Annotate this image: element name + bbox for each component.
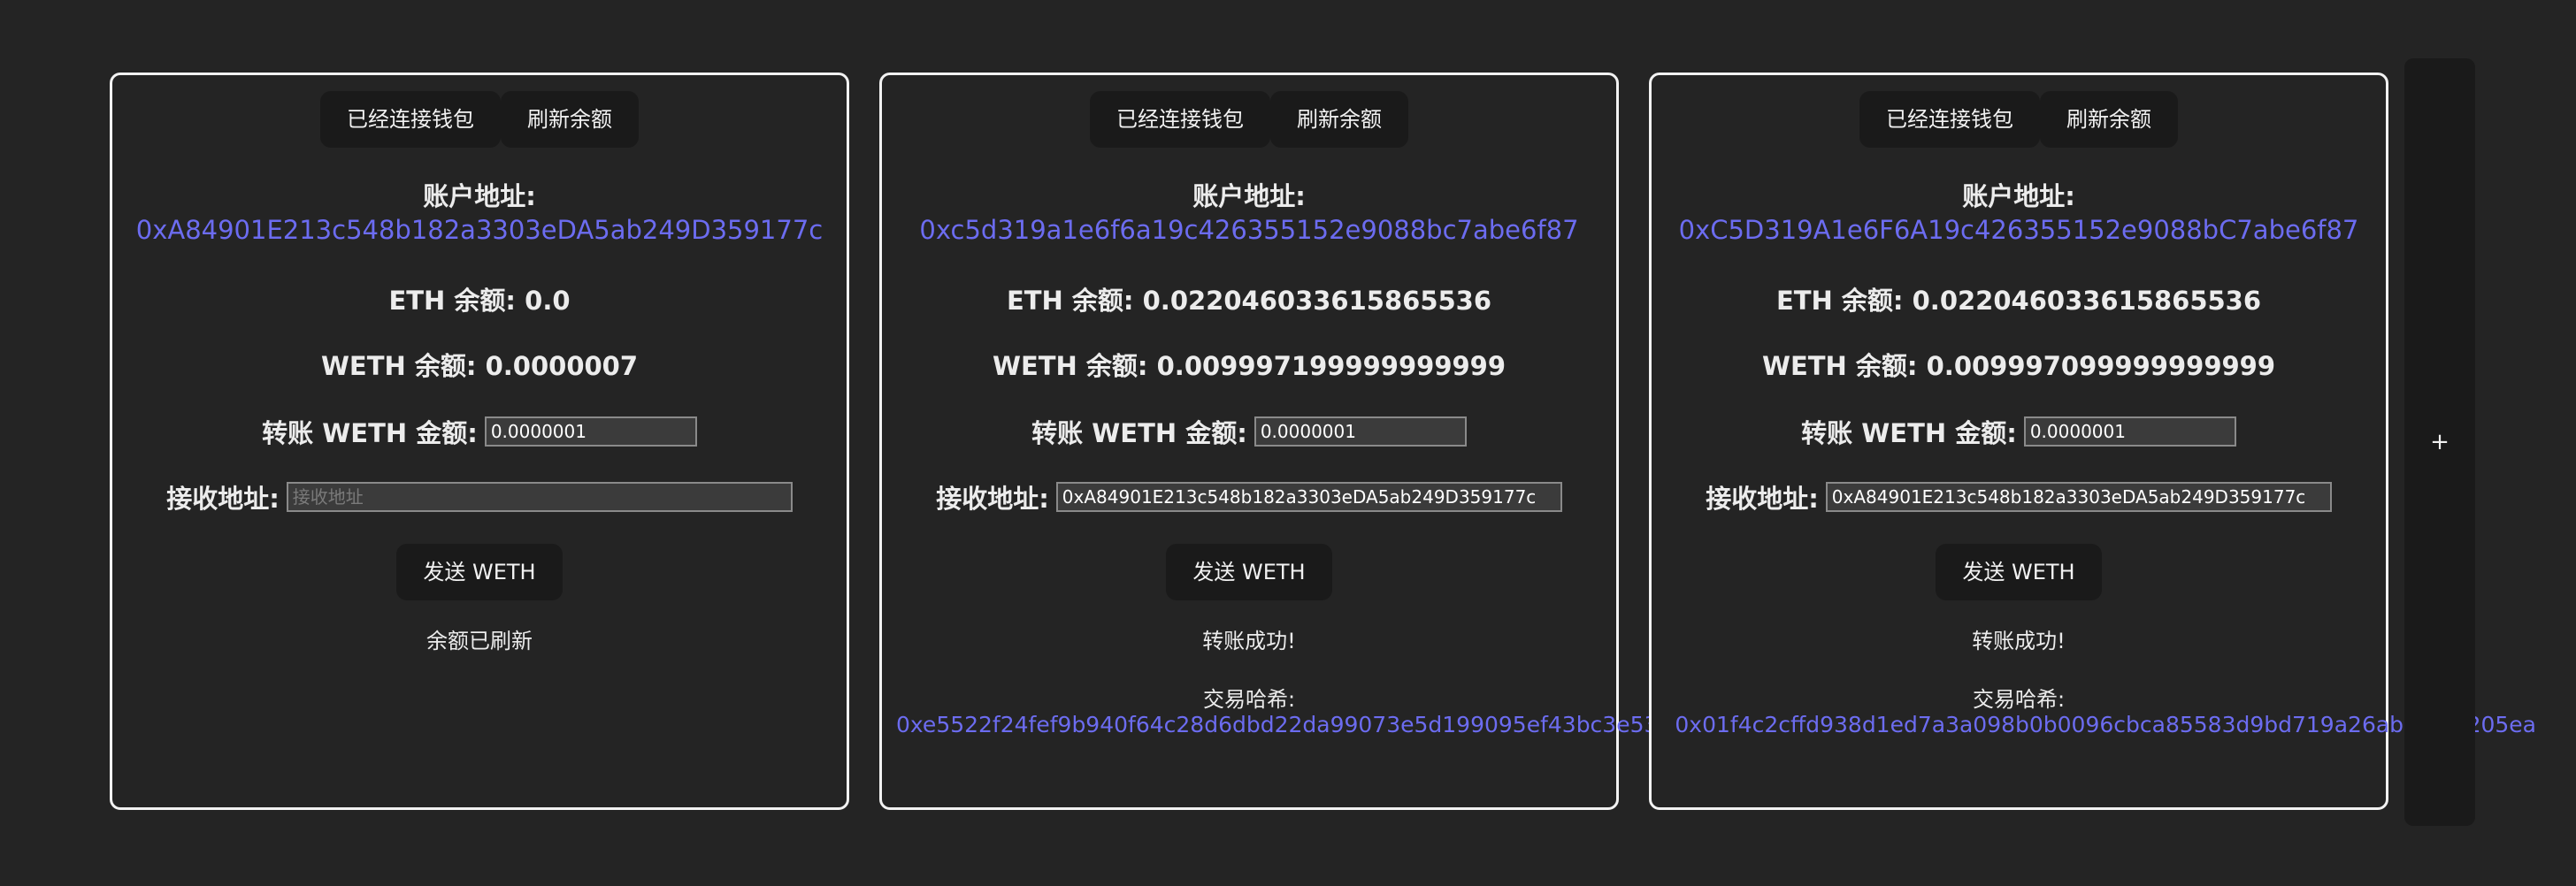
account-address-label: 账户地址: (1962, 181, 2075, 211)
weth-balance: WETH 余额: 0.0000007 (112, 346, 847, 383)
transfer-amount-row: 转账 WETH 金额: (882, 413, 1616, 450)
recipient-address-input[interactable] (1055, 482, 1562, 512)
recipient-row: 接收地址: (1652, 478, 2386, 516)
account-address-label: 账户地址: (1192, 181, 1306, 211)
weth-balance-value: 0.0000007 (485, 351, 639, 381)
weth-balance-label: WETH 余额: (320, 351, 477, 381)
recipient-address-input[interactable] (1825, 482, 2332, 512)
wallet-actions: 已经连接钱包 刷新余额 (882, 91, 1616, 148)
send-row: 发送 WETH (882, 544, 1616, 600)
app-root: 已经连接钱包 刷新余额 账户地址: 0xA84901E213c548b182a3… (0, 0, 2576, 886)
eth-balance-label: ETH 余额: (1006, 286, 1134, 316)
eth-balance: ETH 余额: 0.022046033615865536 (882, 280, 1616, 317)
transfer-amount-row: 转账 WETH 金额: (1652, 413, 2386, 450)
eth-balance-value: 0.0 (525, 286, 571, 316)
eth-balance-value: 0.022046033615865536 (1912, 286, 2262, 316)
wallet-card-1: 已经连接钱包 刷新余额 账户地址: 0xA84901E213c548b182a3… (110, 73, 849, 810)
send-row: 发送 WETH (112, 544, 847, 600)
account-address-value: 0xA84901E213c548b182a3303eDA5ab249D35917… (135, 215, 824, 245)
weth-balance-value: 0.009997199999999999 (1156, 351, 1506, 381)
weth-balance-label: WETH 余额: (1761, 351, 1918, 381)
wallet-card-3: 已经连接钱包 刷新余额 账户地址: 0xC5D319A1e6F6A19c4263… (1649, 73, 2536, 810)
weth-balance-value: 0.009997099999999999 (1926, 351, 2276, 381)
status-message: 转账成功! (1202, 629, 1296, 653)
transfer-amount-row: 转账 WETH 金额: (112, 413, 847, 450)
plus-icon: + (2430, 429, 2450, 455)
recipient-label: 接收地址: (166, 484, 280, 514)
send-weth-button[interactable]: 发送 WETH (396, 544, 563, 600)
wallet-actions: 已经连接钱包 刷新余额 (112, 91, 847, 148)
refresh-balance-button[interactable]: 刷新余额 (2040, 91, 2178, 148)
status-message: 转账成功! (1972, 629, 2066, 653)
wallet-actions: 已经连接钱包 刷新余额 (1652, 91, 2386, 148)
transfer-amount-label: 转账 WETH 金额: (262, 418, 478, 448)
tx-hash-label: 交易哈希: (1202, 687, 1296, 712)
eth-balance-label: ETH 余额: (388, 286, 517, 316)
weth-balance-label: WETH 余额: (992, 351, 1148, 381)
eth-balance-label: ETH 余额: (1775, 286, 1904, 316)
connect-wallet-button[interactable]: 已经连接钱包 (1090, 91, 1270, 148)
recipient-label: 接收地址: (936, 484, 1049, 514)
refresh-balance-button[interactable]: 刷新余额 (501, 91, 639, 148)
status-message: 余额已刷新 (426, 629, 533, 653)
account-address-label: 账户地址: (423, 181, 536, 211)
account-address-value: 0xc5d319a1e6f6a19c426355152e9088bc7abe6f… (919, 215, 1579, 245)
weth-balance: WETH 余额: 0.009997099999999999 (1652, 346, 2386, 383)
recipient-label: 接收地址: (1706, 484, 1819, 514)
refresh-balance-button[interactable]: 刷新余额 (1270, 91, 1408, 148)
recipient-row: 接收地址: (112, 478, 847, 516)
wallet-card-2: 已经连接钱包 刷新余额 账户地址: 0xc5d319a1e6f6a19c4263… (879, 73, 1792, 810)
recipient-address-input[interactable] (286, 482, 793, 512)
transfer-amount-label: 转账 WETH 金额: (1031, 418, 1247, 448)
eth-balance-value: 0.022046033615865536 (1142, 286, 1492, 316)
transfer-amount-input[interactable] (2023, 416, 2236, 447)
add-wallet-button[interactable]: + (2404, 58, 2475, 826)
send-weth-button[interactable]: 发送 WETH (1936, 544, 2102, 600)
eth-balance: ETH 余额: 0.0 (112, 280, 847, 317)
transfer-amount-label: 转账 WETH 金额: (1801, 418, 2017, 448)
transfer-amount-input[interactable] (484, 416, 697, 447)
recipient-row: 接收地址: (882, 478, 1616, 516)
tx-hash-label: 交易哈希: (1972, 687, 2066, 712)
send-weth-button[interactable]: 发送 WETH (1166, 544, 1332, 600)
send-row: 发送 WETH (1652, 544, 2386, 600)
connect-wallet-button[interactable]: 已经连接钱包 (1859, 91, 2040, 148)
account-address-value: 0xC5D319A1e6F6A19c426355152e9088bC7abe6f… (1678, 215, 2359, 245)
weth-balance: WETH 余额: 0.009997199999999999 (882, 346, 1616, 383)
transfer-amount-input[interactable] (1254, 416, 1467, 447)
connect-wallet-button[interactable]: 已经连接钱包 (320, 91, 501, 148)
eth-balance: ETH 余额: 0.022046033615865536 (1652, 280, 2386, 317)
